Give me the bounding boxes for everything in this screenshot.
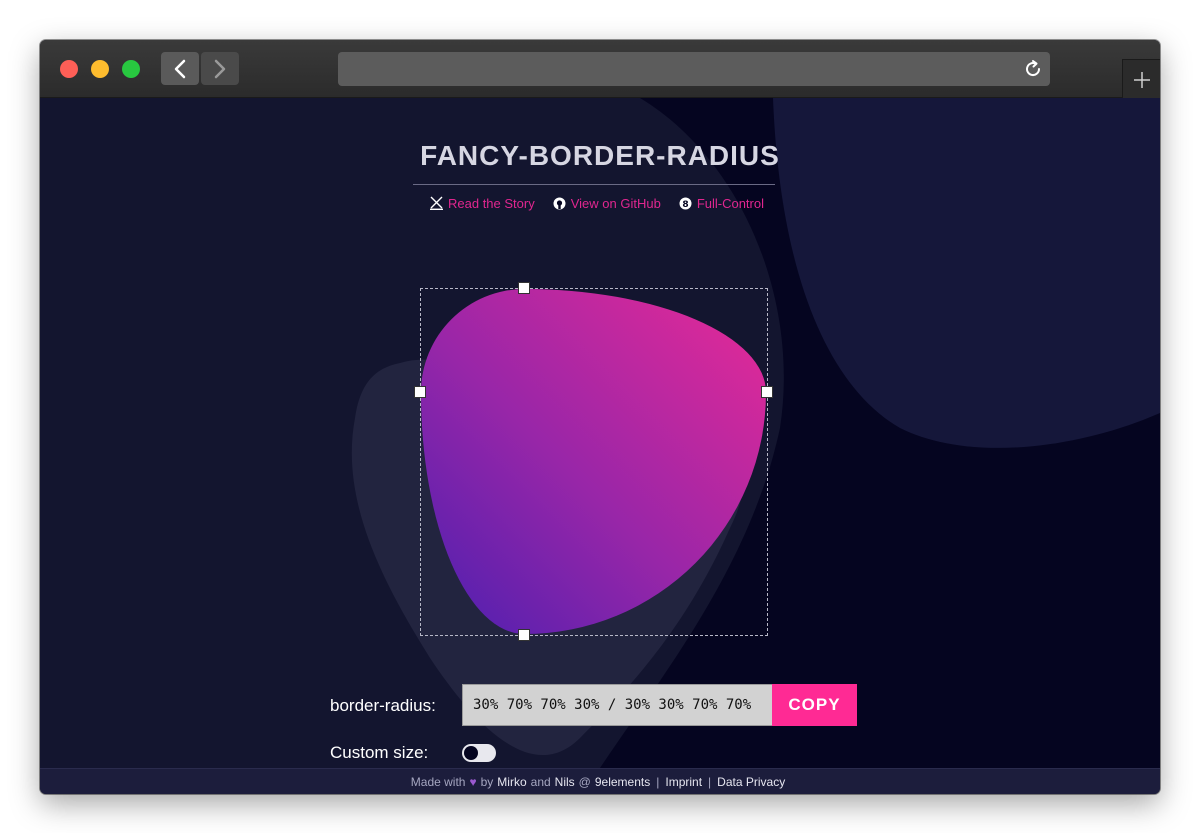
- github-icon: [553, 197, 566, 209]
- custom-size-toggle[interactable]: [462, 744, 496, 762]
- bottom-handle[interactable]: [518, 629, 530, 641]
- read-story-label: Read the Story: [448, 195, 535, 211]
- right-handle[interactable]: [761, 386, 773, 398]
- fancy-shape-preview: [421, 289, 766, 634]
- border-radius-label: border-radius:: [330, 696, 436, 715]
- toggle-knob: [464, 746, 478, 760]
- address-bar[interactable]: [338, 52, 1050, 86]
- author-mirko-link[interactable]: Mirko: [497, 775, 526, 789]
- chevron-right-icon: [214, 59, 226, 78]
- data-privacy-link[interactable]: Data Privacy: [717, 775, 785, 789]
- github-label: View on GitHub: [570, 195, 661, 211]
- chevron-left-icon: [174, 59, 186, 78]
- reload-icon[interactable]: [1022, 58, 1044, 80]
- title-divider: [413, 184, 775, 185]
- copy-button[interactable]: COPY: [772, 684, 857, 726]
- at-text: @: [578, 774, 591, 789]
- forward-button[interactable]: [201, 52, 239, 85]
- back-button[interactable]: [161, 52, 199, 85]
- made-with-text: Made with: [410, 774, 466, 789]
- left-handle[interactable]: [414, 386, 426, 398]
- separator: |: [656, 774, 660, 789]
- shape-bounding-box: [420, 288, 768, 636]
- page-title: FANCY-BORDER-RADIUS: [420, 140, 780, 171]
- page-content: FANCY-BORDER-RADIUS Read the Story View …: [40, 98, 1160, 768]
- github-link[interactable]: View on GitHub: [553, 196, 661, 211]
- full-control-label: Full-Control: [696, 195, 764, 211]
- header-links: Read the Story View on GitHub 8 Full-Con…: [430, 193, 782, 213]
- full-control-link[interactable]: 8 Full-Control: [679, 196, 764, 211]
- page-footer: Made with ♥ by Mirko and Nils @ 9element…: [40, 768, 1160, 794]
- browser-titlebar: [40, 40, 1160, 99]
- heart-icon: ♥: [469, 774, 477, 789]
- minimize-window-button[interactable]: [91, 60, 109, 78]
- custom-size-label: Custom size:: [330, 743, 429, 762]
- close-window-button[interactable]: [60, 60, 78, 78]
- and-text: and: [530, 774, 551, 789]
- read-story-link[interactable]: Read the Story: [430, 196, 535, 211]
- maximize-window-button[interactable]: [122, 60, 140, 78]
- separator: |: [708, 774, 712, 789]
- top-handle[interactable]: [518, 282, 530, 294]
- author-nils-link[interactable]: Nils: [555, 775, 575, 789]
- imprint-link[interactable]: Imprint: [665, 775, 702, 789]
- new-tab-button[interactable]: [1122, 59, 1160, 99]
- svg-text:8: 8: [682, 200, 688, 210]
- medium-icon: [430, 196, 443, 210]
- browser-window: FANCY-BORDER-RADIUS Read the Story View …: [40, 40, 1160, 794]
- by-text: by: [480, 774, 494, 789]
- eight-circle-icon: 8: [679, 197, 692, 210]
- plus-icon: [1133, 71, 1150, 88]
- company-link[interactable]: 9elements: [595, 775, 650, 789]
- border-radius-value-field[interactable]: 30% 70% 70% 30% / 30% 30% 70% 70%: [462, 684, 772, 726]
